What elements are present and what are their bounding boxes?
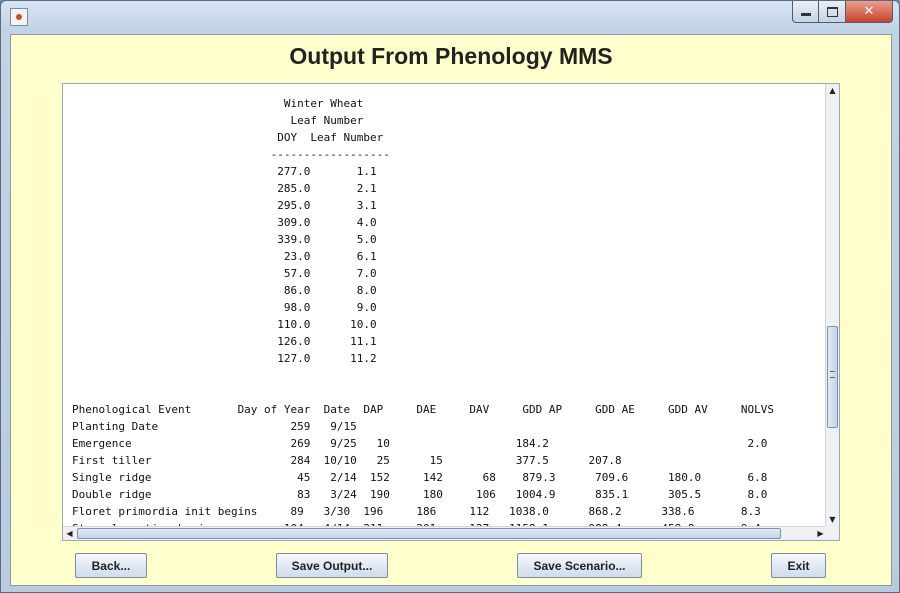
- output-line: Double ridge 83 3/24 190 180 106 1004.9 …: [72, 488, 768, 501]
- output-line: Planting Date 259 9/15: [72, 420, 357, 433]
- output-line: 295.0 3.1: [277, 199, 377, 212]
- output-viewport: Winter Wheat Leaf Number DOY Leaf Number…: [63, 84, 827, 526]
- horizontal-scrollbar[interactable]: ◀ ▶: [63, 526, 827, 540]
- vertical-scrollbar[interactable]: ▲ ▼: [825, 84, 839, 526]
- scroll-down-arrow-icon[interactable]: ▼: [826, 513, 839, 526]
- horizontal-scroll-thumb[interactable]: [77, 528, 781, 539]
- output-line: 110.0 10.0: [277, 318, 377, 331]
- close-icon: ✕: [863, 4, 875, 19]
- output-line: 309.0 4.0: [277, 216, 377, 229]
- output-line: 126.0 11.1: [277, 335, 377, 348]
- output-line: 98.0 9.0: [283, 301, 377, 314]
- output-line: 57.0 7.0: [283, 267, 377, 280]
- scroll-left-arrow-icon[interactable]: ◀: [63, 527, 76, 540]
- vertical-scroll-thumb[interactable]: [827, 326, 838, 428]
- output-line: 127.0 11.2: [277, 352, 377, 365]
- page-title: Output From Phenology MMS: [289, 43, 613, 69]
- output-line: First tiller 284 10/10 25 15 377.5 207.8: [72, 454, 622, 467]
- output-line: Phenological Event Day of Year Date DAP …: [72, 403, 774, 416]
- close-button[interactable]: ✕: [846, 1, 893, 23]
- save-output-button[interactable]: Save Output...: [276, 553, 388, 578]
- save-scenario-button[interactable]: Save Scenario...: [517, 553, 642, 578]
- output-line: Emergence 269 9/25 10 184.2 2.0: [72, 437, 768, 450]
- output-text-area[interactable]: Winter Wheat Leaf Number DOY Leaf Number…: [72, 95, 774, 526]
- output-scroll-pane[interactable]: Winter Wheat Leaf Number DOY Leaf Number…: [62, 83, 840, 541]
- output-line: Single ridge 45 2/14 152 142 68 879.3 70…: [72, 471, 768, 484]
- minimize-icon: [800, 13, 811, 16]
- output-line: Floret primordia init begins 89 3/30 196…: [72, 505, 761, 518]
- scroll-up-arrow-icon[interactable]: ▲: [826, 84, 839, 97]
- window-controls: ✕: [792, 1, 893, 25]
- output-line: DOY Leaf Number: [277, 131, 384, 144]
- output-line: 285.0 2.1: [277, 182, 377, 195]
- maximize-icon: [826, 6, 838, 17]
- output-line: 339.0 5.0: [277, 233, 377, 246]
- back-button[interactable]: Back...: [75, 553, 147, 578]
- exit-button[interactable]: Exit: [771, 553, 826, 578]
- scroll-corner: [825, 526, 839, 540]
- application-window: ✕ Output From Phenology MMS Winter Wheat…: [0, 0, 900, 593]
- output-line: ------------------: [270, 148, 390, 161]
- minimize-button[interactable]: [792, 1, 819, 23]
- output-line: 23.0 6.1: [283, 250, 377, 263]
- output-line: 86.0 8.0: [283, 284, 377, 297]
- java-app-icon: [10, 8, 28, 26]
- output-line: 277.0 1.1: [277, 165, 377, 178]
- output-line: Leaf Number: [290, 114, 364, 127]
- maximize-button[interactable]: [819, 1, 846, 23]
- client-area: Output From Phenology MMS Winter Wheat L…: [10, 34, 892, 586]
- title-bar[interactable]: ✕: [1, 1, 899, 35]
- output-line: Winter Wheat: [283, 97, 364, 110]
